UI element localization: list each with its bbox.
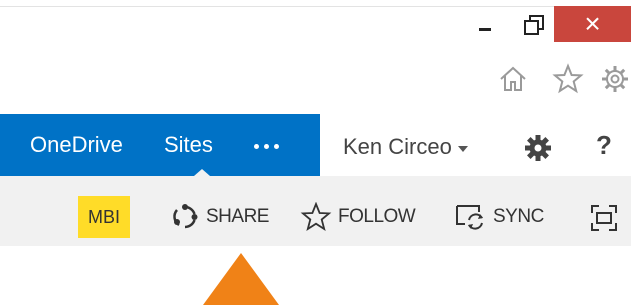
chevron-down-icon: [457, 146, 468, 152]
share-label: SHARE: [206, 206, 269, 227]
gear-icon: [525, 135, 551, 161]
home-button[interactable]: [496, 62, 530, 96]
share-button[interactable]: SHARE: [170, 202, 269, 232]
home-icon: [500, 66, 526, 91]
minimize-button[interactable]: [458, 6, 512, 42]
maximize-button[interactable]: [512, 6, 554, 42]
follow-label: FOLLOW: [338, 206, 416, 227]
sync-button[interactable]: SYNC: [453, 202, 544, 232]
user-name: Ken Circeo: [343, 134, 452, 159]
restore-icon: [524, 15, 544, 35]
favorites-star-icon: [552, 63, 584, 94]
focus-mode-icon: [591, 205, 617, 231]
suite-link-sites[interactable]: Sites: [164, 132, 213, 158]
minimize-icon: [479, 27, 491, 31]
star-icon: [300, 202, 332, 232]
sync-label: SYNC: [493, 206, 544, 227]
settings-gear-icon: [601, 66, 628, 92]
classification-badge: MBI: [78, 196, 130, 238]
more-apps-button[interactable]: [254, 144, 279, 149]
user-menu[interactable]: Ken Circeo: [343, 134, 468, 160]
site-settings-button[interactable]: [523, 133, 553, 163]
close-icon: ×: [584, 8, 601, 39]
close-button[interactable]: ×: [554, 6, 631, 42]
suite-link-onedrive[interactable]: OneDrive: [30, 132, 123, 158]
share-icon: [170, 202, 200, 232]
help-button[interactable]: ?: [596, 130, 612, 161]
ellipsis-icon: [254, 144, 259, 149]
favorites-button[interactable]: [550, 62, 586, 96]
focus-on-content-button[interactable]: [590, 204, 618, 232]
selected-indicator: [194, 169, 210, 176]
follow-button[interactable]: FOLLOW: [300, 202, 416, 232]
browser-settings-button[interactable]: [598, 62, 631, 96]
callout-arrow: [203, 253, 279, 305]
sync-icon: [453, 202, 487, 232]
